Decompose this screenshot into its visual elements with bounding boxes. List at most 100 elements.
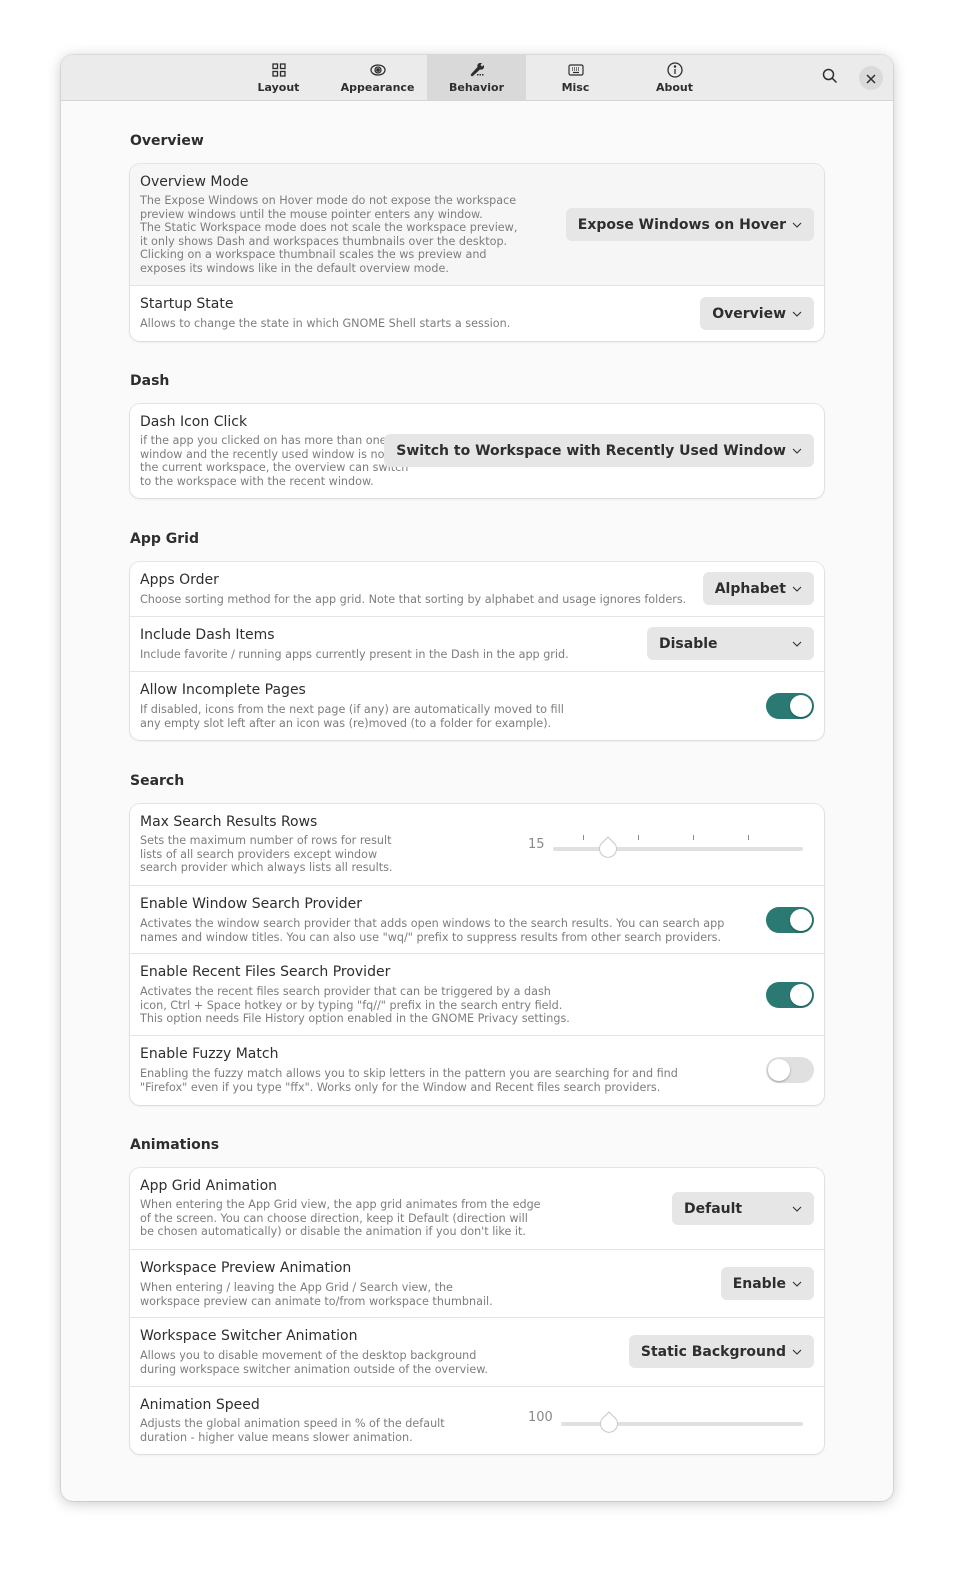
close-icon [866, 69, 876, 88]
row-description: When entering / leaving the App Grid / S… [140, 1281, 493, 1308]
row-description: Enabling the fuzzy match allows you to s… [140, 1067, 678, 1094]
row-title: Allow Incomplete Pages [140, 682, 306, 698]
row-description: if the app you clicked on has more than … [140, 434, 409, 488]
dropdown-value: Static Background [640, 1343, 786, 1360]
workspace-preview-animation-dropdown[interactable]: Enable [720, 1267, 814, 1300]
row-title: Startup State [140, 296, 234, 312]
card-app-grid: Apps Order Choose sorting method for the… [130, 562, 824, 740]
settings-window: Layout Appearance Behavior Misc About Ov… [61, 55, 893, 1501]
info-icon [666, 62, 683, 78]
row-animation-speed: Animation Speed Adjusts the global anima… [130, 1387, 824, 1454]
chevron-down-icon [792, 1347, 802, 1357]
slider-tick-mark [583, 835, 584, 840]
chevron-down-icon [792, 220, 802, 230]
row-startup-state: Startup State Allows to change the state… [130, 286, 824, 341]
chevron-down-icon [792, 309, 802, 319]
chevron-down-icon [792, 584, 802, 594]
switch-knob [768, 1059, 790, 1081]
chevron-down-icon [792, 1204, 802, 1214]
dropdown-value: Overview [712, 305, 786, 322]
chevron-down-icon [792, 1279, 802, 1289]
row-description: Sets the maximum number of rows for resu… [140, 834, 393, 874]
tab-behavior[interactable]: Behavior [427, 55, 526, 100]
card-overview: Overview Mode The Expose Windows on Hove… [130, 164, 824, 341]
dropdown-value: Default [684, 1200, 743, 1217]
row-description: Include favorite / running apps currentl… [140, 648, 569, 661]
workspace-switcher-animation-dropdown[interactable]: Static Background [628, 1335, 814, 1368]
row-title: Apps Order [140, 572, 219, 588]
apps-order-dropdown[interactable]: Alphabet [702, 572, 814, 605]
tab-label: Misc [561, 81, 590, 94]
keyboard-icon [567, 62, 584, 78]
eye-icon [369, 62, 386, 78]
row-description: Activates the recent files search provid… [140, 985, 570, 1025]
overview-mode-dropdown[interactable]: Expose Windows on Hover [565, 208, 814, 241]
row-title: Workspace Switcher Animation [140, 1328, 358, 1344]
slider-tick-mark [638, 835, 639, 840]
dropdown-value: Expose Windows on Hover [577, 216, 786, 233]
include-dash-items-dropdown[interactable]: Disable [647, 627, 814, 660]
row-title: Enable Recent Files Search Provider [140, 964, 391, 980]
row-title: Include Dash Items [140, 627, 275, 643]
close-button[interactable] [859, 66, 883, 90]
animation-speed-slider[interactable]: 100 [528, 1403, 813, 1433]
tab-about[interactable]: About [625, 55, 724, 100]
chevron-down-icon [792, 639, 802, 649]
row-include-dash-items: Include Dash Items Include favorite / ru… [130, 617, 824, 672]
slider-tick-mark [748, 835, 749, 840]
section-title-dash: Dash [130, 373, 170, 389]
row-title: App Grid Animation [140, 1178, 278, 1194]
tab-label: Layout [257, 81, 300, 94]
row-allow-incomplete-pages: Allow Incomplete Pages If disabled, icon… [130, 672, 824, 740]
dash-icon-click-dropdown[interactable]: Switch to Workspace with Recently Used W… [384, 434, 814, 467]
switch-knob [790, 984, 812, 1006]
row-description: If disabled, icons from the next page (i… [140, 703, 564, 730]
row-dash-icon-click: Dash Icon Click if the app you clicked o… [130, 404, 824, 498]
row-title: Enable Window Search Provider [140, 896, 362, 912]
switch-knob [790, 695, 812, 717]
tab-appearance[interactable]: Appearance [328, 55, 427, 100]
search-button[interactable] [819, 67, 841, 89]
card-animations: App Grid Animation When entering the App… [130, 1168, 824, 1454]
tab-label: Behavior [448, 81, 505, 94]
slider-track[interactable] [561, 1422, 803, 1426]
section-title-app-grid: App Grid [130, 531, 199, 547]
tab-misc[interactable]: Misc [526, 55, 625, 100]
dropdown-value: Alphabet [714, 580, 786, 597]
slider-value: 100 [528, 1410, 553, 1425]
dropdown-value: Enable [732, 1275, 786, 1292]
slider-handle[interactable] [598, 836, 618, 858]
header-bar: Layout Appearance Behavior Misc About [61, 55, 893, 101]
row-title: Workspace Preview Animation [140, 1260, 352, 1276]
row-max-search-results: Max Search Results Rows Sets the maximum… [130, 804, 824, 886]
slider-tick-mark [693, 835, 694, 840]
switch-knob [790, 909, 812, 931]
startup-state-dropdown[interactable]: Overview [700, 297, 814, 330]
window-search-provider-switch[interactable] [766, 907, 814, 933]
row-description: Allows you to disable movement of the de… [140, 1349, 488, 1376]
row-description: Allows to change the state in which GNOM… [140, 317, 511, 330]
tab-layout[interactable]: Layout [229, 55, 328, 100]
row-apps-order: Apps Order Choose sorting method for the… [130, 562, 824, 617]
allow-incomplete-pages-switch[interactable] [766, 693, 814, 719]
row-description: Choose sorting method for the app grid. … [140, 593, 687, 606]
row-window-search-provider: Enable Window Search Provider Activates … [130, 886, 824, 954]
dropdown-value: Switch to Workspace with Recently Used W… [396, 442, 786, 459]
slider-track[interactable] [553, 847, 803, 851]
row-workspace-switcher-animation: Workspace Switcher Animation Allows you … [130, 1318, 824, 1387]
chevron-down-icon [792, 446, 802, 456]
row-description: Activates the window search provider tha… [140, 917, 725, 944]
search-icon [822, 68, 838, 88]
card-search: Max Search Results Rows Sets the maximum… [130, 804, 824, 1105]
row-title: Overview Mode [140, 174, 249, 190]
row-title: Dash Icon Click [140, 414, 248, 430]
fuzzy-match-switch[interactable] [766, 1057, 814, 1083]
row-title: Animation Speed [140, 1397, 260, 1413]
row-workspace-preview-animation: Workspace Preview Animation When enterin… [130, 1250, 824, 1318]
wrench-icon [469, 62, 485, 78]
slider-handle[interactable] [599, 1411, 619, 1433]
max-search-rows-slider[interactable]: 15 [528, 830, 813, 860]
recent-files-search-provider-switch[interactable] [766, 982, 814, 1008]
app-grid-animation-dropdown[interactable]: Default [672, 1192, 814, 1225]
row-app-grid-animation: App Grid Animation When entering the App… [130, 1168, 824, 1250]
